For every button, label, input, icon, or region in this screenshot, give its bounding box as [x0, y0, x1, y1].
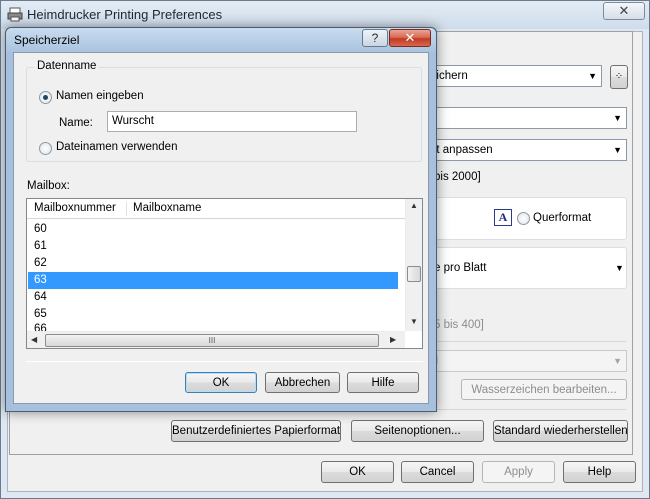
dialog-help-button[interactable]: ?	[362, 29, 388, 47]
ok-button[interactable]: OK	[321, 461, 394, 483]
list-item[interactable]: 66	[28, 323, 398, 331]
speicherziel-dialog: Speicherziel ? ✕ Datenname Namen eingebe…	[5, 27, 437, 412]
list-item[interactable]: 62	[28, 255, 398, 272]
separator-line	[426, 341, 626, 342]
grip-icon: III	[208, 336, 216, 345]
orientation-letter: A	[498, 210, 508, 224]
window-titlebar[interactable]: Heimdrucker Printing Preferences ✕	[1, 1, 649, 29]
horizontal-scroll-thumb[interactable]: III	[45, 334, 379, 347]
custom-paper-size-button[interactable]: Benutzerdefiniertes Papierformat...	[171, 420, 341, 442]
landscape-label: Querformat	[533, 212, 592, 224]
mailbox-list-header: Mailboxnummer Mailboxname	[27, 199, 405, 219]
dots-icon: ⁘	[614, 71, 624, 82]
help-button[interactable]: Help	[563, 461, 636, 483]
mailbox-number: 63	[34, 274, 47, 286]
mailbox-number: 61	[34, 240, 47, 252]
close-icon: ✕	[404, 30, 416, 45]
list-item[interactable]: 65	[28, 306, 398, 323]
dropdown-arrow-icon: ▼	[613, 113, 622, 123]
column-separator[interactable]	[126, 202, 127, 216]
close-icon: ✕	[618, 3, 630, 18]
mailbox-number: 66	[34, 323, 47, 331]
scroll-left-arrow-icon[interactable]: ◀	[31, 335, 37, 344]
fit-combo-value: at anpassen	[430, 144, 493, 156]
mailbox-number: 64	[34, 291, 47, 303]
use-filename-radio[interactable]	[39, 142, 52, 155]
mailbox-list[interactable]: Mailboxnummer Mailboxname 60 61 62 63 64…	[26, 198, 423, 349]
range-hint-1: bis 2000]	[434, 171, 481, 183]
column-header-mailbox-name[interactable]: Mailboxname	[133, 202, 201, 214]
dialog-help-text-button[interactable]: Hilfe	[347, 372, 419, 393]
enter-name-radio[interactable]	[39, 91, 52, 104]
mailbox-number: 60	[34, 223, 47, 235]
cancel-button[interactable]: Cancel	[401, 461, 474, 483]
dropdown-arrow-icon[interactable]: ▼	[615, 263, 624, 273]
enter-name-label[interactable]: Namen eingeben	[56, 90, 144, 102]
separator-line	[426, 409, 626, 410]
mailbox-number: 65	[34, 308, 47, 320]
horizontal-scrollbar[interactable]: ◀ III ▶	[27, 331, 405, 348]
range-hint-2: 5 bis 400]	[434, 319, 484, 331]
list-item[interactable]: 60	[28, 221, 398, 238]
watermark-combo[interactable]: H ▼	[426, 350, 627, 372]
pages-per-sheet-value[interactable]: e pro Blatt	[434, 262, 486, 274]
window-title: Heimdrucker Printing Preferences	[27, 7, 223, 22]
apply-button[interactable]: Apply	[482, 461, 555, 483]
use-filename-label[interactable]: Dateinamen verwenden	[56, 141, 177, 153]
name-input[interactable]: Wurscht	[107, 111, 357, 132]
name-label: Name:	[59, 117, 93, 129]
datenname-legend: Datenname	[34, 60, 100, 72]
window-close-button[interactable]: ✕	[603, 2, 645, 20]
vertical-scrollbar[interactable]: ▲ ▼	[405, 199, 422, 331]
dialog-titlebar[interactable]: Speicherziel ? ✕	[6, 28, 436, 52]
dialog-client-area: Datenname Namen eingeben Name: Wurscht D…	[13, 52, 429, 404]
printer-icon	[7, 7, 23, 22]
dialog-title: Speicherziel	[14, 33, 80, 47]
question-icon: ?	[371, 31, 379, 45]
dropdown-arrow-icon: ▼	[588, 71, 597, 81]
dropdown-arrow-icon: ▼	[613, 356, 622, 366]
list-item[interactable]: 64	[28, 289, 398, 306]
dropdown-arrow-icon: ▼	[613, 145, 622, 155]
page-options-button[interactable]: Seitenoptionen...	[351, 420, 484, 442]
scroll-up-arrow-icon[interactable]: ▲	[410, 201, 418, 210]
destination-settings-button[interactable]: ⁘	[610, 65, 628, 89]
fit-to-page-combo[interactable]: at anpassen ▼	[426, 139, 627, 161]
dialog-ok-button[interactable]: OK	[185, 372, 257, 393]
vertical-scroll-thumb[interactable]	[407, 266, 421, 282]
list-item-selected[interactable]: 63	[28, 272, 398, 289]
landscape-radio[interactable]	[517, 212, 530, 225]
restore-defaults-button[interactable]: Standard wiederherstellen	[493, 420, 628, 442]
dialog-cancel-button[interactable]: Abbrechen	[265, 372, 340, 393]
mailbox-label: Mailbox:	[27, 180, 70, 192]
scroll-right-arrow-icon[interactable]: ▶	[390, 335, 396, 344]
destination-combo[interactable]: eichern ▼	[426, 65, 602, 87]
dialog-close-button[interactable]: ✕	[389, 29, 431, 47]
column-header-mailbox-number[interactable]: Mailboxnummer	[34, 202, 116, 214]
scroll-down-arrow-icon[interactable]: ▼	[410, 317, 418, 326]
list-item[interactable]: 61	[28, 238, 398, 255]
landscape-orientation-icon: A	[494, 209, 512, 226]
name-input-value: Wurscht	[112, 115, 154, 127]
combo-2[interactable]: ▼	[426, 107, 627, 129]
dialog-separator	[26, 361, 423, 362]
edit-watermark-button[interactable]: Wasserzeichen bearbeiten...	[461, 379, 627, 400]
mailbox-number: 62	[34, 257, 47, 269]
